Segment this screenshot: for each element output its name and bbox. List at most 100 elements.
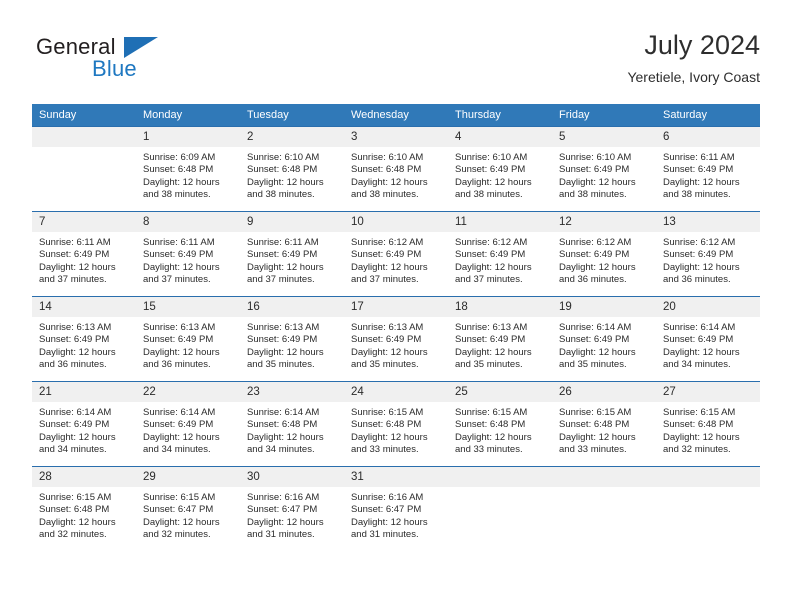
day-details: Sunrise: 6:15 AM Sunset: 6:48 PM Daylight:… <box>656 402 760 457</box>
sunrise-text: Sunrise: 6:14 AM <box>143 407 216 418</box>
sunset-text: Sunset: 6:49 PM <box>455 249 526 261</box>
calendar-day-cell[interactable]: 31 Sunrise: 6:16 AM Sunset: 6:47 PM Dayligh… <box>344 466 448 551</box>
sunrise-text: Sunrise: 6:14 AM <box>559 322 632 333</box>
sunset-text: Sunset: 6:49 PM <box>143 249 214 261</box>
calendar-day-cell[interactable]: 22 Sunrise: 6:14 AM Sunset: 6:49 PM Dayligh… <box>136 381 240 467</box>
sunrise-text: Sunrise: 6:13 AM <box>39 322 112 333</box>
day-number: 9 <box>240 212 344 232</box>
daylight-text: Daylight: 12 hours <box>455 431 532 443</box>
calendar-week-row: 28 Sunrise: 6:15 AM Sunset: 6:48 PM Dayligh… <box>32 466 760 551</box>
sunrise-text: Sunrise: 6:12 AM <box>663 237 736 248</box>
sunrise-text: Sunrise: 6:14 AM <box>39 407 112 418</box>
calendar-day-cell[interactable]: 19 Sunrise: 6:14 AM Sunset: 6:49 PM Dayligh… <box>552 296 656 382</box>
calendar-day-cell[interactable]: 10 Sunrise: 6:12 AM Sunset: 6:49 PM Dayligh… <box>344 211 448 297</box>
daylight-text: Daylight: 12 hours <box>39 431 116 443</box>
day-number: 18 <box>448 297 552 317</box>
calendar-day-cell[interactable]: 7 Sunrise: 6:11 AM Sunset: 6:49 PM Daylight… <box>32 211 136 297</box>
sunrise-text: Sunrise: 6:12 AM <box>351 237 424 248</box>
daylight-text: and 38 minutes. <box>663 189 731 201</box>
calendar-day-cell[interactable]: 25 Sunrise: 6:15 AM Sunset: 6:48 PM Dayligh… <box>448 381 552 467</box>
day-number: 10 <box>344 212 448 232</box>
calendar-day-cell[interactable]: 27 Sunrise: 6:15 AM Sunset: 6:48 PM Dayligh… <box>656 381 760 467</box>
calendar-day-cell[interactable]: 21 Sunrise: 6:14 AM Sunset: 6:49 PM Dayligh… <box>32 381 136 467</box>
calendar-day-cell[interactable]: 5 Sunrise: 6:10 AM Sunset: 6:49 PM Daylight… <box>552 126 656 212</box>
sunset-text: Sunset: 6:49 PM <box>663 334 734 346</box>
sunset-text: Sunset: 6:49 PM <box>663 249 734 261</box>
day-details: Sunrise: 6:14 AM Sunset: 6:49 PM Daylight:… <box>32 402 136 457</box>
daylight-text: Daylight: 12 hours <box>663 176 740 188</box>
day-number: 11 <box>448 212 552 232</box>
brand-logo[interactable]: General Blue <box>36 34 256 90</box>
day-details: Sunrise: 6:12 AM Sunset: 6:49 PM Daylight:… <box>448 232 552 287</box>
calendar-week-row: 1 Sunrise: 6:09 AM Sunset: 6:48 PM Daylight… <box>32 126 760 212</box>
calendar-day-cell[interactable]: 2 Sunrise: 6:10 AM Sunset: 6:48 PM Daylight… <box>240 126 344 212</box>
daylight-text: Daylight: 12 hours <box>247 431 324 443</box>
day-details: Sunrise: 6:10 AM Sunset: 6:48 PM Daylight:… <box>344 147 448 202</box>
day-details: Sunrise: 6:13 AM Sunset: 6:49 PM Daylight:… <box>32 317 136 372</box>
calendar-day-cell[interactable]: 30 Sunrise: 6:16 AM Sunset: 6:47 PM Dayligh… <box>240 466 344 551</box>
calendar-day-cell[interactable]: 29 Sunrise: 6:15 AM Sunset: 6:47 PM Dayligh… <box>136 466 240 551</box>
calendar-day-cell[interactable]: 6 Sunrise: 6:11 AM Sunset: 6:49 PM Daylight… <box>656 126 760 212</box>
daylight-text: Daylight: 12 hours <box>143 431 220 443</box>
day-details: Sunrise: 6:09 AM Sunset: 6:48 PM Daylight:… <box>136 147 240 202</box>
calendar-day-cell[interactable]: 4 Sunrise: 6:10 AM Sunset: 6:49 PM Daylight… <box>448 126 552 212</box>
calendar-day-cell[interactable]: 23 Sunrise: 6:14 AM Sunset: 6:48 PM Dayligh… <box>240 381 344 467</box>
sunset-text: Sunset: 6:49 PM <box>247 249 318 261</box>
calendar-day-cell[interactable]: 11 Sunrise: 6:12 AM Sunset: 6:49 PM Dayligh… <box>448 211 552 297</box>
calendar-day-cell[interactable]: 12 Sunrise: 6:12 AM Sunset: 6:49 PM Dayligh… <box>552 211 656 297</box>
calendar-day-cell[interactable]: 3 Sunrise: 6:10 AM Sunset: 6:48 PM Daylight… <box>344 126 448 212</box>
daylight-text: and 35 minutes. <box>455 359 523 371</box>
calendar-day-cell[interactable]: 14 Sunrise: 6:13 AM Sunset: 6:49 PM Dayligh… <box>32 296 136 382</box>
calendar-day-cell[interactable]: 9 Sunrise: 6:11 AM Sunset: 6:49 PM Daylight… <box>240 211 344 297</box>
daylight-text: and 37 minutes. <box>39 274 107 286</box>
sunset-text: Sunset: 6:48 PM <box>143 164 214 176</box>
daylight-text: and 34 minutes. <box>143 444 211 456</box>
day-number: 28 <box>32 467 136 487</box>
calendar-page: General Blue July 2024 Yeretiele, Ivory … <box>0 0 792 612</box>
day-details: Sunrise: 6:10 AM Sunset: 6:49 PM Daylight:… <box>552 147 656 202</box>
day-details: Sunrise: 6:11 AM Sunset: 6:49 PM Daylight:… <box>656 147 760 202</box>
sunrise-text: Sunrise: 6:16 AM <box>351 492 424 503</box>
calendar-day-cell[interactable]: 17 Sunrise: 6:13 AM Sunset: 6:49 PM Dayligh… <box>344 296 448 382</box>
calendar-day-cell[interactable]: 26 Sunrise: 6:15 AM Sunset: 6:48 PM Dayligh… <box>552 381 656 467</box>
day-number <box>32 127 136 147</box>
day-details: Sunrise: 6:11 AM Sunset: 6:49 PM Daylight:… <box>32 232 136 287</box>
daylight-text: and 36 minutes. <box>39 359 107 371</box>
daylight-text: and 32 minutes. <box>39 529 107 541</box>
calendar-day-cell[interactable]: 13 Sunrise: 6:12 AM Sunset: 6:49 PM Dayligh… <box>656 211 760 297</box>
day-details <box>448 487 552 492</box>
column-header-monday: Monday <box>136 104 240 127</box>
daylight-text: and 38 minutes. <box>559 189 627 201</box>
daylight-text: and 38 minutes. <box>351 189 419 201</box>
sunset-text: Sunset: 6:48 PM <box>455 419 526 431</box>
calendar-day-cell[interactable]: 20 Sunrise: 6:14 AM Sunset: 6:49 PM Dayligh… <box>656 296 760 382</box>
day-number: 31 <box>344 467 448 487</box>
column-header-saturday: Saturday <box>656 104 760 127</box>
calendar-day-cell[interactable]: 28 Sunrise: 6:15 AM Sunset: 6:48 PM Dayligh… <box>32 466 136 551</box>
sunrise-text: Sunrise: 6:12 AM <box>455 237 528 248</box>
sunset-text: Sunset: 6:47 PM <box>247 504 318 516</box>
calendar-header-row: Sunday Monday Tuesday Wednesday Thursday… <box>32 104 760 127</box>
sunset-text: Sunset: 6:49 PM <box>39 334 110 346</box>
day-details: Sunrise: 6:15 AM Sunset: 6:47 PM Daylight:… <box>136 487 240 542</box>
daylight-text: Daylight: 12 hours <box>143 261 220 273</box>
sunset-text: Sunset: 6:49 PM <box>559 164 630 176</box>
sunset-text: Sunset: 6:48 PM <box>351 164 422 176</box>
day-details: Sunrise: 6:14 AM Sunset: 6:48 PM Daylight:… <box>240 402 344 457</box>
day-number: 14 <box>32 297 136 317</box>
day-details: Sunrise: 6:15 AM Sunset: 6:48 PM Daylight:… <box>344 402 448 457</box>
day-number: 6 <box>656 127 760 147</box>
calendar-day-cell[interactable]: 24 Sunrise: 6:15 AM Sunset: 6:48 PM Dayligh… <box>344 381 448 467</box>
calendar-day-cell[interactable]: 16 Sunrise: 6:13 AM Sunset: 6:49 PM Dayligh… <box>240 296 344 382</box>
sunset-text: Sunset: 6:49 PM <box>663 164 734 176</box>
calendar-day-cell[interactable]: 18 Sunrise: 6:13 AM Sunset: 6:49 PM Dayligh… <box>448 296 552 382</box>
day-details: Sunrise: 6:12 AM Sunset: 6:49 PM Daylight:… <box>552 232 656 287</box>
day-number: 16 <box>240 297 344 317</box>
day-number: 12 <box>552 212 656 232</box>
calendar-day-cell[interactable]: 15 Sunrise: 6:13 AM Sunset: 6:49 PM Dayligh… <box>136 296 240 382</box>
column-header-thursday: Thursday <box>448 104 552 127</box>
calendar-day-cell[interactable]: 8 Sunrise: 6:11 AM Sunset: 6:49 PM Daylight… <box>136 211 240 297</box>
daylight-text: and 38 minutes. <box>455 189 523 201</box>
calendar-day-cell[interactable]: 1 Sunrise: 6:09 AM Sunset: 6:48 PM Daylight… <box>136 126 240 212</box>
calendar-day-cell-empty <box>448 466 552 551</box>
